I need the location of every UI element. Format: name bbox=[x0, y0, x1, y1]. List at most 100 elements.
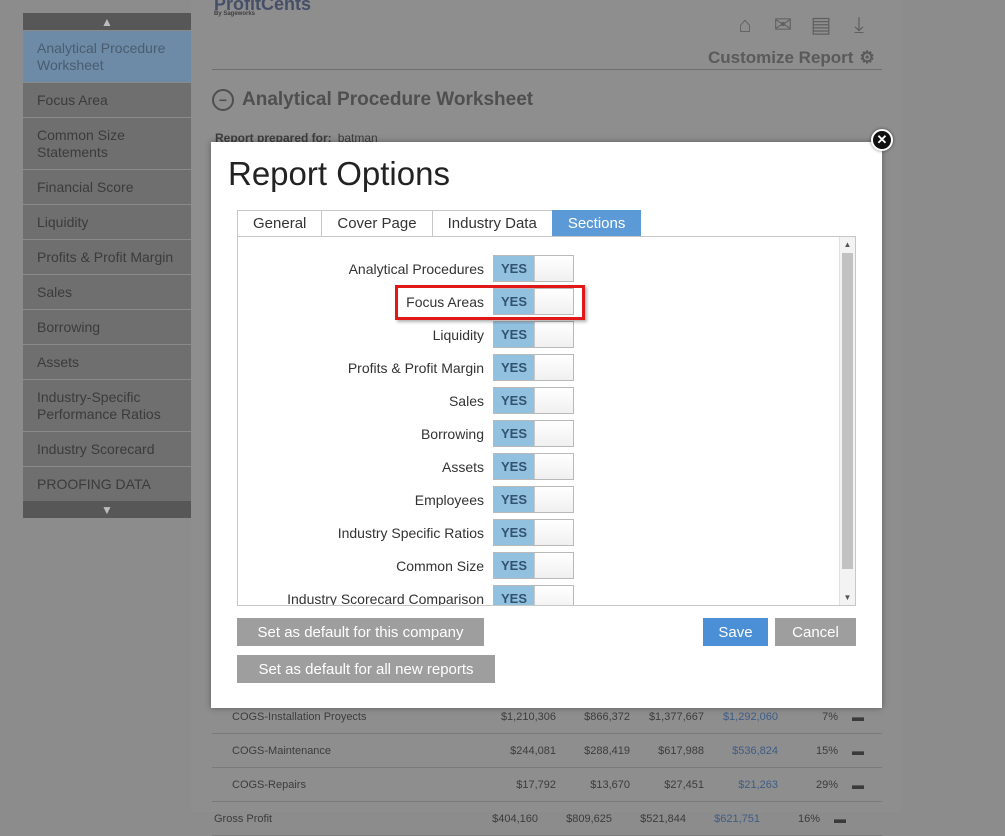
sidebar-item-borrowing[interactable]: Borrowing bbox=[23, 309, 191, 344]
section-toggle[interactable]: YES bbox=[493, 552, 574, 579]
scroll-down-arrow-icon[interactable]: ▼ bbox=[840, 590, 855, 605]
toggle-yes-label: YES bbox=[494, 256, 534, 281]
comment-icon[interactable]: ▬ bbox=[838, 710, 878, 724]
tab-sections[interactable]: Sections bbox=[551, 210, 642, 236]
section-option-label: Common Size bbox=[396, 558, 484, 574]
sidebar-scroll-down[interactable]: ▼ bbox=[23, 501, 191, 518]
sidebar-item-industry-ratios[interactable]: Industry-Specific Performance Ratios bbox=[23, 379, 191, 431]
modal-title: Report Options bbox=[228, 155, 450, 192]
toggle-knob[interactable] bbox=[534, 355, 573, 380]
section-option-label: Borrowing bbox=[420, 426, 484, 442]
sidebar-item-liquidity[interactable]: Liquidity bbox=[23, 204, 191, 239]
section-toggle[interactable]: YES bbox=[493, 321, 574, 348]
tab-general[interactable]: General bbox=[237, 210, 323, 236]
toggle-knob[interactable] bbox=[534, 454, 573, 479]
section-option-row: Sales YES bbox=[238, 385, 838, 418]
gear-icon: ⚙ bbox=[859, 48, 875, 67]
toggle-knob[interactable] bbox=[534, 586, 573, 605]
section-option-row: Common Size YES bbox=[238, 550, 838, 583]
section-toggle[interactable]: YES bbox=[493, 354, 574, 381]
toggle-yes-label: YES bbox=[494, 454, 534, 479]
toggle-yes-label: YES bbox=[494, 487, 534, 512]
tab-cover-page[interactable]: Cover Page bbox=[321, 210, 433, 236]
sidebar-item-industry-scorecard[interactable]: Industry Scorecard bbox=[23, 431, 191, 466]
customize-report-label: Customize Report bbox=[708, 48, 854, 67]
toggle-knob[interactable] bbox=[534, 322, 573, 347]
cell-link[interactable]: $621,751 bbox=[686, 813, 760, 825]
toggle-knob[interactable] bbox=[534, 256, 573, 281]
cell-link[interactable]: $1,292,060 bbox=[704, 711, 778, 723]
sidebar-item-common-size[interactable]: Common Size Statements bbox=[23, 117, 191, 169]
comment-icon[interactable]: ▬ bbox=[820, 812, 860, 826]
cell: $13,670 bbox=[590, 778, 630, 791]
cell: $404,160 bbox=[492, 812, 538, 825]
cell: $1,377,667 bbox=[648, 710, 704, 723]
panel-scrollbar[interactable]: ▲ ▼ bbox=[839, 237, 855, 605]
section-toggle[interactable]: YES bbox=[493, 453, 574, 480]
sidebar-item-profits[interactable]: Profits & Profit Margin bbox=[23, 239, 191, 274]
home-icon[interactable]: ⌂ bbox=[732, 12, 758, 38]
set-default-all-button[interactable]: Set as default for all new reports bbox=[237, 655, 495, 683]
toggle-knob[interactable] bbox=[534, 487, 573, 512]
set-default-company-button[interactable]: Set as default for this company bbox=[237, 618, 484, 646]
sidebar-item-assets[interactable]: Assets bbox=[23, 344, 191, 379]
cell: $288,419 bbox=[584, 744, 630, 757]
section-option-row: Borrowing YES bbox=[238, 418, 838, 451]
toggle-knob[interactable] bbox=[534, 553, 573, 578]
toggle-yes-label: YES bbox=[494, 355, 534, 380]
cell-link[interactable]: $21,263 bbox=[704, 779, 778, 791]
cell-link[interactable]: $536,824 bbox=[704, 745, 778, 757]
cell: $866,372 bbox=[584, 710, 630, 723]
row-label: Gross Profit bbox=[214, 812, 273, 825]
section-option-label: Profits & Profit Margin bbox=[347, 360, 484, 376]
section-option-label: Analytical Procedures bbox=[348, 261, 484, 277]
sidebar-item-sales[interactable]: Sales bbox=[23, 274, 191, 309]
section-option-row: Analytical Procedures YES bbox=[238, 253, 838, 286]
sidebar-item-proofing-data[interactable]: PROOFING DATA bbox=[23, 466, 191, 501]
collapse-icon[interactable]: − bbox=[212, 89, 234, 111]
section-toggle[interactable]: YES bbox=[493, 255, 574, 282]
print-icon[interactable]: ▤ bbox=[808, 12, 834, 38]
toggle-knob[interactable] bbox=[534, 520, 573, 545]
toggle-yes-label: YES bbox=[494, 553, 534, 578]
section-toggle[interactable]: YES bbox=[493, 387, 574, 414]
customize-report-button[interactable]: Customize Report ⚙ bbox=[708, 48, 875, 68]
sidebar-scroll-up[interactable]: ▲ bbox=[23, 13, 191, 30]
cell: $27,451 bbox=[664, 778, 704, 791]
tab-industry-data[interactable]: Industry Data bbox=[431, 210, 553, 236]
app-logo: ProfitCents By Sageworks bbox=[214, 0, 311, 17]
cell: $17,792 bbox=[516, 778, 556, 791]
modal-tabs: General Cover Page Industry Data Section… bbox=[237, 210, 642, 236]
section-option-label: Assets bbox=[441, 459, 484, 475]
row-label: COGS-Maintenance bbox=[232, 744, 332, 757]
sidebar-item-analytical-procedure[interactable]: Analytical Procedure Worksheet bbox=[23, 30, 191, 82]
section-toggle[interactable]: YES bbox=[493, 486, 574, 513]
sidebar-item-focus-area[interactable]: Focus Area bbox=[23, 82, 191, 117]
section-option-row: Industry Specific Ratios YES bbox=[238, 517, 838, 550]
report-options-modal: Report Options General Cover Page Indust… bbox=[211, 142, 882, 708]
section-toggle[interactable]: YES bbox=[493, 519, 574, 546]
save-button[interactable]: Save bbox=[703, 618, 768, 646]
toggle-knob[interactable] bbox=[534, 388, 573, 413]
cancel-button[interactable]: Cancel bbox=[775, 618, 856, 646]
section-option-row: Liquidity YES bbox=[238, 319, 838, 352]
row-label: COGS-Installation Proyects bbox=[232, 710, 367, 723]
cell: $809,625 bbox=[566, 812, 612, 825]
section-option-row: Assets YES bbox=[238, 451, 838, 484]
section-option-label: Employees bbox=[414, 492, 484, 508]
comment-icon[interactable]: ▬ bbox=[838, 778, 878, 792]
comment-icon[interactable]: ▬ bbox=[838, 744, 878, 758]
sidebar-item-financial-score[interactable]: Financial Score bbox=[23, 169, 191, 204]
toggle-knob[interactable] bbox=[534, 421, 573, 446]
cell: $521,844 bbox=[640, 812, 686, 825]
scroll-up-arrow-icon[interactable]: ▲ bbox=[840, 237, 855, 252]
chevron-down-icon: ▼ bbox=[101, 502, 113, 517]
section-header[interactable]: − Analytical Procedure Worksheet bbox=[212, 89, 533, 111]
scrollbar-thumb[interactable] bbox=[842, 253, 853, 569]
section-toggle[interactable]: YES bbox=[493, 420, 574, 447]
section-option-label: Liquidity bbox=[432, 327, 484, 343]
email-icon[interactable]: ✉ bbox=[770, 12, 796, 38]
close-icon[interactable]: ✕ bbox=[871, 129, 893, 151]
download-icon[interactable]: ⤓ bbox=[846, 12, 872, 38]
section-toggle[interactable]: YES bbox=[493, 585, 574, 605]
